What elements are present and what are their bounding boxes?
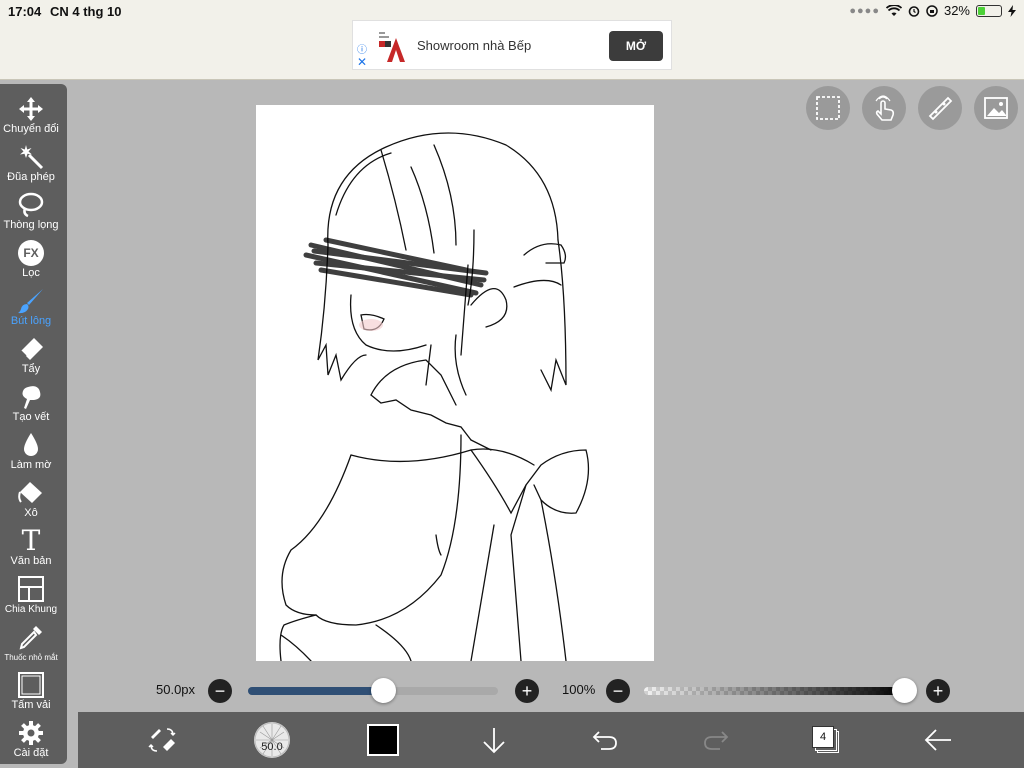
fx-filter-icon: FX: [18, 240, 44, 266]
tool-smudge[interactable]: Tạo vết: [0, 376, 62, 424]
ad-banner[interactable]: ⓘ ✕ Showroom nhà Bếp MỞ: [352, 20, 672, 70]
opacity-slider[interactable]: [644, 687, 906, 695]
tool-settings[interactable]: Cài đặt: [0, 712, 62, 760]
frame-divide-icon: [18, 576, 44, 602]
ad-logo-icon: [379, 32, 405, 62]
smudge-icon: [22, 386, 41, 409]
ad-text[interactable]: Showroom nhà Bếp: [417, 38, 531, 53]
eyedropper-icon: [19, 626, 42, 650]
alarm-icon: [908, 5, 920, 17]
brush-size-minus-button[interactable]: −: [208, 679, 232, 703]
brush-eraser-swap-icon: [148, 728, 176, 752]
gear-icon: [19, 721, 43, 745]
color-picker-button[interactable]: [359, 712, 407, 768]
tool-blur[interactable]: Làm mờ: [0, 424, 62, 472]
layers-button[interactable]: 4: [802, 712, 850, 768]
tool-eraser[interactable]: Tẩy: [0, 328, 62, 376]
charging-icon: [1008, 4, 1016, 17]
tool-brush[interactable]: Bút lông: [0, 280, 62, 328]
brush-size-slider-knob[interactable]: [371, 678, 396, 703]
touch-gesture-button[interactable]: [862, 86, 906, 130]
redo-icon: [704, 731, 729, 750]
tool-frame-divide[interactable]: Chia Khung: [0, 568, 62, 616]
opacity-slider-knob[interactable]: [892, 678, 917, 703]
blur-drop-icon: [24, 433, 38, 456]
ruler-icon: [928, 96, 953, 121]
status-indicators: ●●●● 32%: [849, 3, 1016, 18]
ruler-button[interactable]: [918, 86, 962, 130]
undo-button[interactable]: [581, 712, 629, 768]
ad-open-button[interactable]: MỞ: [609, 31, 663, 61]
battery-percent: 32%: [943, 3, 970, 18]
lasso-icon: [18, 192, 44, 218]
opacity-plus-button[interactable]: +: [926, 679, 950, 703]
tool-magic-wand[interactable]: Đũa phép: [0, 136, 62, 184]
status-date: CN 4 thg 10: [50, 4, 122, 19]
arrow-left-icon: [924, 729, 951, 751]
bottom-toolbar: 50.0 4: [78, 712, 1024, 768]
tool-move[interactable]: Chuyển đổi: [0, 88, 62, 136]
tool-canvas[interactable]: Tấm vải: [0, 664, 62, 712]
brush-preview-button[interactable]: 50.0: [248, 712, 296, 768]
brush-size-plus-button[interactable]: +: [515, 679, 539, 703]
wifi-icon: [885, 4, 902, 16]
ad-close-icon[interactable]: ✕: [357, 55, 367, 69]
line-art-drawing: [279, 132, 590, 661]
brush-preview: 50.0: [254, 722, 290, 758]
rotation-lock-icon: [926, 4, 938, 17]
canvas-icon: [18, 672, 44, 698]
tool-bucket[interactable]: Xô: [0, 472, 62, 520]
material-button[interactable]: [974, 86, 1018, 130]
tool-eyedropper[interactable]: Thuốc nhỏ mắt: [0, 616, 62, 664]
opacity-minus-button[interactable]: −: [606, 679, 630, 703]
selection-rect-icon: [816, 96, 840, 120]
move-icon: [19, 97, 43, 121]
status-time: 17:04: [8, 4, 42, 19]
text-icon: T: [21, 524, 41, 557]
download-button[interactable]: [470, 712, 518, 768]
ad-info-icon[interactable]: ⓘ: [357, 41, 367, 56]
magic-wand-icon: [20, 145, 44, 170]
tool-filter[interactable]: FX Lọc: [0, 232, 62, 280]
drawing-canvas[interactable]: [256, 105, 654, 661]
signal-dots-icon: ●●●●: [849, 4, 880, 17]
bucket-icon: [18, 482, 42, 503]
brush-size-label: 50.0px: [156, 682, 196, 697]
brush-icon: [18, 289, 43, 314]
selection-button[interactable]: [806, 86, 850, 130]
tool-sidebar: Chuyển đổi Đũa phép Thòng lọng FX Lọc Bú…: [0, 84, 67, 764]
hand-touch-icon: [875, 95, 895, 121]
current-color-swatch: [367, 724, 399, 756]
tool-text[interactable]: T Văn bản: [0, 520, 62, 568]
tool-lasso[interactable]: Thòng lọng: [0, 184, 62, 232]
undo-icon: [592, 731, 617, 750]
back-button[interactable]: [914, 712, 962, 768]
battery-icon: [976, 4, 1002, 17]
eraser-icon: [20, 338, 43, 360]
brush-eraser-swap-button[interactable]: [138, 712, 186, 768]
redo-button[interactable]: [692, 712, 740, 768]
layer-count-icon: 4: [812, 726, 834, 748]
arrow-down-icon: [483, 728, 505, 754]
opacity-label: 100%: [562, 682, 596, 697]
image-icon: [984, 97, 1008, 119]
